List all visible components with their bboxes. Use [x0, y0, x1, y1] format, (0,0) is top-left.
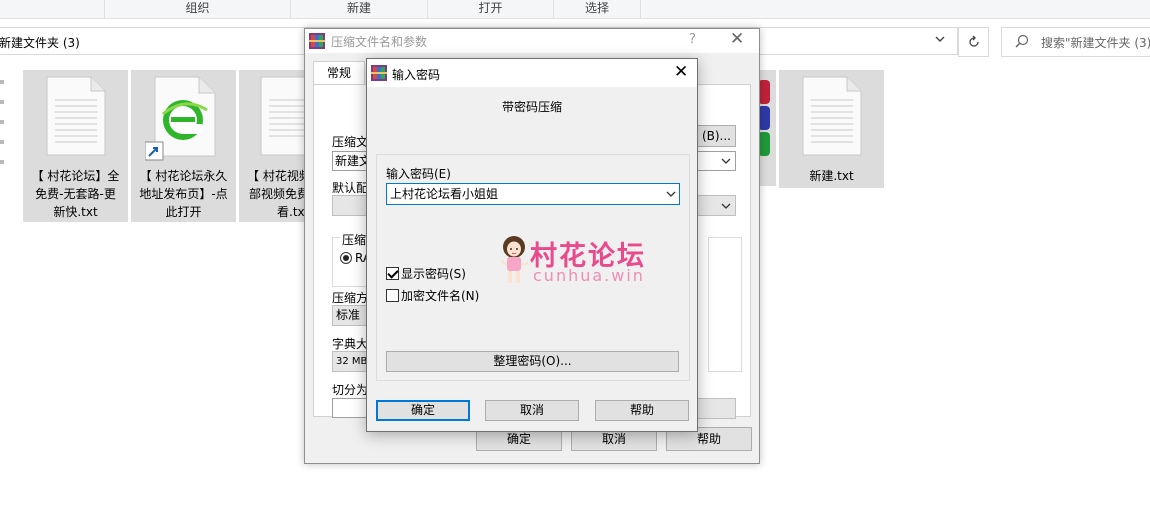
file-name: 此打开 [165, 205, 202, 219]
ribbon-group-open[interactable]: 打开 [428, 0, 554, 18]
file-name: 部视频免费 [249, 187, 310, 201]
chevron-down-icon [721, 158, 731, 164]
options-frame [708, 237, 742, 372]
cancel-button[interactable]: 取消 [485, 400, 579, 421]
search-icon [1015, 34, 1029, 48]
checkbox-unchecked-icon[interactable] [386, 289, 399, 302]
help-icon[interactable]: ? [689, 32, 696, 47]
tab-general[interactable]: 常规 [313, 61, 365, 85]
dictionary-label: 字典大 [332, 337, 369, 351]
refresh-icon [968, 35, 979, 47]
encrypt-filenames-label: 加密文件名(N) [401, 289, 480, 303]
method-label: 压缩方 [332, 291, 369, 305]
watermark-girl-icon [500, 236, 530, 283]
show-password-label: 显示密码(S) [401, 267, 466, 281]
password-input[interactable]: 上村花论坛看小姐姐 [386, 183, 680, 205]
split-label: 切分为 [332, 383, 369, 397]
ribbon-group-organize[interactable]: 组织 [105, 0, 291, 18]
file-item[interactable]: 【 村花论坛】全 免费-无套路-更 新快.txt [23, 70, 128, 222]
winrar-icon [371, 65, 387, 81]
ie-shortcut-icon [145, 76, 216, 161]
file-item[interactable]: 【 村花视频 部视频免费 看.txt [239, 70, 311, 222]
close-icon[interactable]: ✕ [730, 29, 744, 49]
refresh-button[interactable] [958, 27, 989, 57]
file-name: 【 村花视频 [247, 169, 311, 183]
file-name: 免费-无套路-更 [35, 187, 116, 201]
file-name: 看.txt [277, 205, 310, 219]
dialog-title: 压缩文件名和参数 [331, 35, 428, 49]
txt-file-icon [802, 76, 862, 156]
ribbon-strip: 组织 新建 打开 选择 [0, 0, 1150, 19]
archive-name-label: 压缩文 [332, 135, 369, 149]
checkbox-checked-icon[interactable] [386, 267, 399, 280]
file-item[interactable] [758, 70, 776, 186]
ribbon-group-clipboard [0, 0, 105, 18]
password-label: 输入密码(E) [386, 167, 451, 181]
dialog-titlebar[interactable]: 输入密码 ✕ [367, 59, 697, 87]
dialog-subtitle: 带密码压缩 [501, 100, 562, 114]
default-profile-label: 默认配 [332, 181, 369, 195]
nav-pane-edge [0, 80, 6, 220]
ribbon-group-select[interactable]: 选择 [554, 0, 641, 18]
file-name: 【 村花论坛永久 [139, 169, 228, 183]
file-item[interactable]: 【 村花论坛永久 地址发布页】-点 此打开 [131, 70, 236, 222]
show-password-checkbox[interactable]: 显示密码(S) [386, 267, 466, 281]
address-path[interactable]: 新建文件夹 (3) [0, 34, 80, 51]
txt-file-icon [46, 76, 106, 156]
file-name: 【 村花论坛】全 [31, 169, 120, 183]
rar-radio[interactable] [340, 252, 352, 264]
help-button[interactable]: 帮助 [595, 400, 689, 421]
winrar-icon [309, 33, 325, 49]
organize-passwords-button[interactable]: 整理密码(O)... [386, 351, 679, 372]
file-name: 新快.txt [53, 205, 98, 219]
chevron-down-icon[interactable] [666, 189, 676, 199]
password-value: 上村花论坛看小姐姐 [390, 187, 499, 201]
file-name: 新建.txt [809, 169, 854, 183]
watermark-subtitle: cunhua.win [533, 266, 645, 285]
file-item[interactable]: 新建.txt [779, 70, 884, 188]
encrypt-filenames-checkbox[interactable]: 加密文件名(N) [386, 289, 479, 303]
ribbon-group-new[interactable]: 新建 [291, 0, 428, 18]
search-placeholder: 搜索"新建文件夹 (3) [1041, 36, 1150, 50]
ok-button[interactable]: 确定 [376, 400, 470, 421]
chevron-down-icon [721, 203, 731, 209]
dialog-title: 输入密码 [392, 68, 441, 82]
file-name: 地址发布页】-点 [139, 187, 228, 201]
chevron-down-icon[interactable] [934, 33, 946, 48]
close-icon[interactable]: ✕ [674, 62, 688, 82]
dialog-titlebar[interactable]: 压缩文件名和参数 ? ✕ [305, 29, 759, 53]
txt-file-icon [260, 76, 308, 156]
